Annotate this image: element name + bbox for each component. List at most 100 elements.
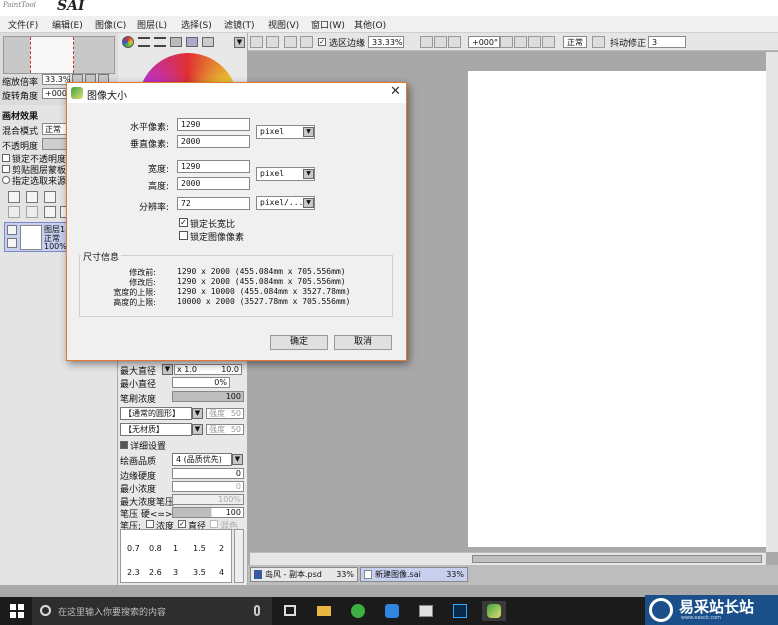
store-icon[interactable] — [380, 601, 404, 621]
blend-field[interactable]: 正常 — [563, 36, 587, 48]
rotation-field[interactable]: +000° — [468, 36, 500, 48]
scratchpad-icon[interactable] — [186, 37, 198, 47]
brush-size-scrollbar[interactable] — [234, 529, 244, 583]
brush-size-item[interactable]: 4 — [219, 568, 224, 577]
menu-other[interactable]: 其他(O) — [354, 18, 386, 31]
opacity-slider[interactable] — [42, 138, 68, 150]
texture-select[interactable]: 【无材质】 — [120, 423, 192, 436]
swatches-icon[interactable] — [170, 37, 182, 47]
max-diameter-dropdown-icon[interactable]: ▼ — [162, 364, 173, 375]
cancel-button[interactable]: 取消 — [334, 335, 392, 350]
new-linework-layer-icon[interactable] — [26, 191, 38, 203]
transfer-down-icon[interactable] — [8, 206, 20, 218]
undo-icon[interactable] — [250, 36, 263, 48]
file-explorer-icon[interactable] — [312, 601, 336, 621]
min-diameter-slider[interactable]: 0% — [172, 377, 230, 388]
height-pixels-input[interactable]: 2000 — [177, 135, 250, 148]
advanced-toggle[interactable] — [120, 441, 128, 449]
horizontal-scrollbar[interactable] — [250, 552, 766, 565]
menu-select[interactable]: 选择(S) — [181, 18, 212, 31]
new-layer-icon[interactable] — [8, 191, 20, 203]
brush-size-item[interactable]: 3 — [173, 568, 178, 577]
photos-icon[interactable] — [414, 601, 438, 621]
stabilizer-field[interactable]: 3 — [648, 36, 686, 48]
rotate-ccw-icon[interactable] — [500, 36, 513, 48]
resolution-unit-dropdown-icon[interactable]: ▼ — [303, 198, 314, 208]
layer-item[interactable]: 图层1 正常 100% — [4, 222, 68, 252]
brush-shape-select[interactable]: 【通常的圆形】 — [120, 407, 192, 420]
size-unit-dropdown-icon[interactable]: ▼ — [303, 169, 314, 179]
rgb-slider-icon[interactable] — [138, 37, 150, 47]
max-diameter-slider[interactable]: x 1.0 10.0 — [174, 364, 242, 375]
shape-strength-slider[interactable]: 强度 50 — [206, 408, 244, 419]
hsv-slider-icon[interactable] — [154, 37, 166, 47]
max-density-pressure-slider[interactable]: 100% — [172, 494, 244, 505]
menu-image[interactable]: 图像(C) — [95, 18, 126, 31]
microphone-icon[interactable] — [254, 605, 260, 616]
pressure-softness-slider[interactable]: 100 — [172, 507, 244, 518]
redo-icon[interactable] — [266, 36, 279, 48]
width-pixels-input[interactable]: 1290 — [177, 118, 250, 131]
zoom-field[interactable]: 33.33% — [368, 36, 404, 48]
sai-taskbar-icon[interactable] — [482, 601, 506, 621]
horizontal-scroll-thumb[interactable] — [472, 555, 762, 563]
brush-size-item[interactable]: 1.5 — [193, 544, 206, 553]
min-density-slider[interactable]: 0 — [172, 481, 244, 492]
ok-button[interactable]: 确定 — [270, 335, 328, 350]
brush-shape-dropdown-icon[interactable]: ▼ — [192, 408, 203, 419]
photoshop-icon[interactable] — [448, 601, 472, 621]
pressure-blend-checkbox[interactable] — [210, 520, 218, 528]
document-tab[interactable]: 岛风 - 副本.psd 33% — [250, 567, 358, 582]
clear-layer-icon[interactable] — [44, 206, 56, 218]
blend-dropdown-icon[interactable] — [592, 36, 605, 48]
rotate-cw-icon[interactable] — [514, 36, 527, 48]
lock-opacity-checkbox[interactable] — [2, 154, 10, 162]
brush-size-item[interactable]: 3.5 — [193, 568, 206, 577]
menu-file[interactable]: 文件(F) — [8, 18, 38, 31]
doc-height-input[interactable]: 2000 — [177, 177, 250, 190]
brush-size-item[interactable]: 0.7 — [127, 544, 140, 553]
task-view-icon[interactable] — [278, 601, 302, 621]
selection-source-radio[interactable] — [2, 176, 10, 184]
pixel-unit-dropdown-icon[interactable]: ▼ — [303, 127, 314, 137]
quality-dropdown-icon[interactable]: ▼ — [232, 454, 243, 465]
density-slider[interactable]: 100 — [172, 391, 244, 402]
deselect-icon[interactable] — [284, 36, 297, 48]
rotate-reset-icon[interactable] — [528, 36, 541, 48]
texture-dropdown-icon[interactable]: ▼ — [192, 424, 203, 435]
pressure-diameter-checkbox[interactable]: ✓ — [178, 520, 186, 528]
menu-filter[interactable]: 滤镜(T) — [224, 18, 255, 31]
resolution-input[interactable]: 72 — [177, 197, 250, 210]
zoom-in-icon[interactable] — [434, 36, 447, 48]
dialog-title-bar[interactable]: 图像大小 ✕ — [67, 83, 406, 103]
close-icon[interactable]: ✕ — [390, 84, 401, 99]
brush-size-item[interactable]: 2.3 — [127, 568, 140, 577]
zoom-out-icon[interactable] — [420, 36, 433, 48]
visibility-eye-icon[interactable] — [7, 225, 17, 235]
menu-edit[interactable]: 编辑(E) — [52, 18, 83, 31]
merge-down-icon[interactable] — [26, 206, 38, 218]
brush-size-item[interactable]: 1 — [173, 544, 178, 553]
invert-selection-icon[interactable] — [300, 36, 313, 48]
brush-size-item[interactable]: 2 — [219, 544, 224, 553]
vertical-scrollbar[interactable] — [766, 52, 778, 552]
blend-mode-select[interactable]: 正常 — [42, 123, 68, 135]
brush-size-item[interactable]: 0.8 — [149, 544, 162, 553]
menu-window[interactable]: 窗口(W) — [311, 18, 345, 31]
mixer-icon[interactable] — [202, 37, 214, 47]
document-tab-active[interactable]: 新建图像.sai 33% — [360, 567, 468, 582]
windows-start-icon[interactable] — [10, 604, 24, 618]
pressure-density-checkbox[interactable] — [146, 520, 154, 528]
taskbar-search-box[interactable]: 在这里输入你要搜索的内容 — [32, 597, 272, 625]
texture-strength-slider[interactable]: 强度 50 — [206, 424, 244, 435]
new-folder-icon[interactable] — [44, 191, 56, 203]
edge-hardness-slider[interactable]: 0 — [172, 468, 244, 479]
clip-group-checkbox[interactable] — [2, 165, 10, 173]
panel-options-icon[interactable]: ▼ — [234, 37, 245, 48]
flip-view-icon[interactable] — [542, 36, 555, 48]
menu-view[interactable]: 视图(V) — [268, 18, 299, 31]
color-wheel-icon[interactable] — [122, 36, 134, 48]
lock-pixels-checkbox[interactable] — [179, 231, 188, 240]
menu-layer[interactable]: 图层(L) — [137, 18, 167, 31]
navigator-preview[interactable] — [3, 36, 115, 74]
